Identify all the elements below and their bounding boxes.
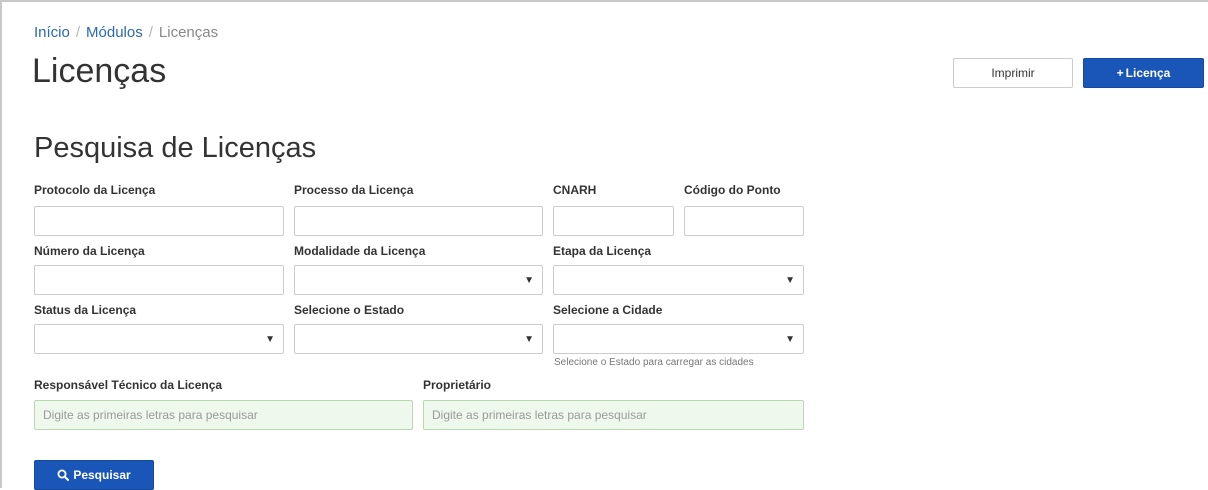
codigo-ponto-input[interactable] bbox=[684, 206, 804, 236]
numero-input[interactable] bbox=[34, 265, 284, 295]
print-button[interactable]: Imprimir bbox=[953, 58, 1073, 88]
page-frame: Início / Módulos / Licenças Licenças Imprimi… bbox=[0, 0, 1208, 490]
search-icon bbox=[57, 469, 70, 481]
proprietario-autocomplete-input[interactable]: Digite as primeiras letras para pesquisa… bbox=[423, 400, 804, 430]
responsavel-label: Responsável Técnico da Licença bbox=[34, 378, 223, 392]
page-title: Licenças bbox=[32, 52, 167, 90]
breadcrumb: Início / Módulos / Licenças bbox=[34, 24, 218, 41]
status-label: Status da Licença bbox=[34, 303, 137, 317]
caret-down-icon: ▼ bbox=[524, 275, 534, 286]
caret-down-icon: ▼ bbox=[265, 334, 275, 345]
etapa-label: Etapa da Licença bbox=[553, 244, 652, 258]
modalidade-label: Modalidade da Licença bbox=[294, 244, 426, 258]
search-submit-label: Pesquisar bbox=[73, 468, 131, 482]
add-license-button-label: Licença bbox=[1125, 66, 1171, 80]
breadcrumb-separator: / bbox=[75, 24, 81, 41]
caret-down-icon: ▼ bbox=[785, 334, 795, 345]
caret-down-icon: ▼ bbox=[524, 334, 534, 345]
add-license-button[interactable]: + Licença bbox=[1083, 58, 1204, 88]
cnarh-input[interactable] bbox=[553, 206, 674, 236]
breadcrumb-modules-link[interactable]: Módulos bbox=[86, 24, 143, 41]
plus-icon: + bbox=[1116, 66, 1124, 80]
cidade-select[interactable]: ▼ bbox=[553, 324, 804, 354]
numero-label: Número da Licença bbox=[34, 244, 145, 258]
status-select[interactable]: ▼ bbox=[34, 324, 284, 354]
estado-select[interactable]: ▼ bbox=[294, 324, 543, 354]
print-button-label: Imprimir bbox=[991, 66, 1035, 80]
caret-down-icon: ▼ bbox=[785, 275, 795, 286]
proprietario-placeholder: Digite as primeiras letras para pesquisa… bbox=[432, 408, 647, 422]
estado-label: Selecione o Estado bbox=[294, 303, 405, 317]
cnarh-label: CNARH bbox=[553, 183, 597, 197]
cidade-label: Selecione a Cidade bbox=[553, 303, 663, 317]
protocolo-label: Protocolo da Licença bbox=[34, 183, 156, 197]
codigo-ponto-label: Código do Ponto bbox=[684, 183, 781, 197]
breadcrumb-current: Licenças bbox=[158, 24, 219, 41]
processo-label: Processo da Licença bbox=[294, 183, 414, 197]
etapa-select[interactable]: ▼ bbox=[553, 265, 804, 295]
cidade-help-text: Selecione o Estado para carregar as cida… bbox=[554, 357, 754, 368]
proprietario-label: Proprietário bbox=[423, 378, 492, 392]
modalidade-select[interactable]: ▼ bbox=[294, 265, 543, 295]
responsavel-placeholder: Digite as primeiras letras para pesquisa… bbox=[43, 408, 258, 422]
processo-input[interactable] bbox=[294, 206, 543, 236]
protocolo-input[interactable] bbox=[34, 206, 284, 236]
breadcrumb-home-link[interactable]: Início bbox=[34, 24, 70, 41]
search-submit-button[interactable]: Pesquisar bbox=[34, 460, 154, 490]
breadcrumb-separator: / bbox=[148, 24, 153, 41]
responsavel-autocomplete-input[interactable]: Digite as primeiras letras para pesquisa… bbox=[34, 400, 413, 430]
search-section-title: Pesquisa de Licenças bbox=[34, 132, 317, 164]
